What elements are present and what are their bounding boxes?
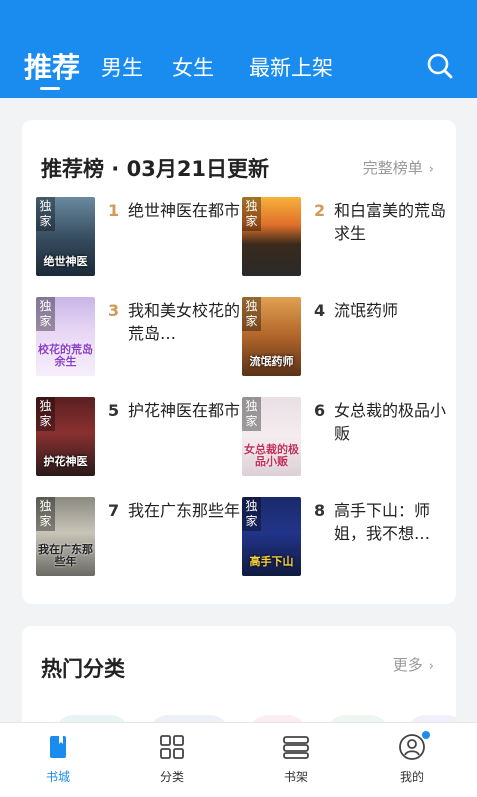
book-title: 和白富美的荒岛求生 — [334, 201, 446, 243]
book-cover: 独家 — [242, 197, 301, 276]
book-item-1[interactable]: 独家 绝世神医 1 绝世神医在都市 — [36, 197, 242, 279]
book-item-5[interactable]: 独家 护花神医 5 护花神医在都市 — [36, 397, 242, 479]
nav-profile[interactable]: 我的 — [372, 723, 452, 797]
top-nav-bar: 推荐 男生 女生 最新上架 — [0, 0, 477, 98]
nav-bookshelf[interactable]: 书架 — [256, 723, 336, 797]
book-cover: 独家 绝世神医 — [36, 197, 95, 276]
nav-book-city[interactable]: 书城 — [18, 723, 98, 797]
exclusive-badge: 独家 — [36, 197, 55, 231]
cover-title-art: 高手下山 — [249, 555, 294, 568]
ranking-title: 推荐榜 · 03月21日更新 — [41, 157, 270, 181]
chevron-right-icon: › — [428, 659, 434, 674]
book-cover: 独家 护花神医 — [36, 397, 95, 476]
book-item-4[interactable]: 独家 流氓药师 4 流氓药师 — [242, 297, 448, 379]
book-cover: 独家 我在广东那些年 — [36, 497, 95, 576]
cover-title-art: 绝世神医 — [43, 255, 88, 268]
book-cover: 独家 高手下山 — [242, 497, 301, 576]
full-ranking-link[interactable]: 完整榜单 › — [363, 157, 434, 178]
book-title: 女总裁的极品小贩 — [334, 401, 446, 443]
categories-title: 热门分类 — [41, 657, 125, 681]
book-title: 流氓药师 — [334, 301, 399, 320]
ranking-card: 推荐榜 · 03月21日更新 完整榜单 › 独家 绝世神医 1 绝世神医在都市 独… — [22, 120, 456, 604]
search-icon[interactable] — [426, 52, 454, 80]
rank-number: 8 — [314, 501, 326, 520]
nav-label: 我的 — [399, 770, 424, 784]
more-categories-link[interactable]: 更多 › — [393, 654, 434, 675]
nav-category[interactable]: 分类 — [132, 723, 212, 797]
cover-title-art: 护花神医 — [43, 455, 88, 468]
cover-title-art: 校花的荒岛余生 — [38, 343, 93, 368]
active-tab-indicator — [40, 87, 60, 90]
bookshelf-icon — [283, 736, 309, 759]
chevron-right-icon: › — [428, 162, 434, 177]
bottom-nav-bar: 书城 分类 书架 我的 — [0, 722, 477, 797]
cover-title-art: 流氓药师 — [249, 355, 294, 368]
book-item-2[interactable]: 独家 2 和白富美的荒岛求生 — [242, 197, 448, 279]
rank-number: 5 — [108, 401, 120, 420]
rank-number: 2 — [314, 201, 326, 220]
book-title: 高手下山：师姐，我不想… — [334, 501, 431, 543]
rank-number: 4 — [314, 301, 326, 320]
book-title: 绝世神医在都市 — [128, 201, 240, 220]
book-title: 我和美女校花的荒岛… — [128, 301, 240, 343]
full-ranking-label: 完整榜单 — [362, 159, 423, 177]
book-item-3[interactable]: 独家 校花的荒岛余生 3 我和美女校花的荒岛… — [36, 297, 242, 379]
tab-male[interactable]: 男生 — [101, 52, 143, 82]
book-item-8[interactable]: 独家 高手下山 8 高手下山：师姐，我不想… — [242, 497, 448, 579]
cover-title-art: 女总裁的极品小贩 — [244, 443, 299, 468]
rank-number: 3 — [108, 301, 120, 320]
tab-female[interactable]: 女生 — [172, 52, 214, 82]
exclusive-badge: 独家 — [242, 497, 261, 531]
rank-number: 7 — [108, 501, 120, 520]
cover-title-art: 我在广东那些年 — [38, 543, 93, 568]
exclusive-badge: 独家 — [242, 397, 261, 431]
book-cover: 独家 女总裁的极品小贩 — [242, 397, 301, 476]
book-item-6[interactable]: 独家 女总裁的极品小贩 6 女总裁的极品小贩 — [242, 397, 448, 479]
category-grid-icon — [160, 735, 184, 759]
book-city-icon — [50, 736, 66, 758]
exclusive-badge: 独家 — [242, 197, 261, 231]
rank-number: 1 — [108, 201, 120, 220]
exclusive-badge: 独家 — [36, 297, 55, 331]
nav-label: 书城 — [45, 770, 70, 784]
book-item-7[interactable]: 独家 我在广东那些年 7 我在广东那些年 — [36, 497, 242, 579]
tab-recommend[interactable]: 推荐 — [24, 46, 80, 86]
exclusive-badge: 独家 — [36, 497, 55, 531]
book-title: 我在广东那些年 — [128, 501, 240, 520]
exclusive-badge: 独家 — [36, 397, 55, 431]
nav-label: 分类 — [159, 770, 184, 784]
tab-new-releases[interactable]: 最新上架 — [249, 52, 333, 82]
book-cover: 独家 流氓药师 — [242, 297, 301, 376]
book-title: 护花神医在都市 — [128, 401, 240, 420]
nav-label: 书架 — [283, 770, 308, 784]
more-label: 更多 — [392, 656, 423, 674]
notification-dot — [422, 731, 430, 739]
rank-number: 6 — [314, 401, 326, 420]
exclusive-badge: 独家 — [242, 297, 261, 331]
book-cover: 独家 校花的荒岛余生 — [36, 297, 95, 376]
